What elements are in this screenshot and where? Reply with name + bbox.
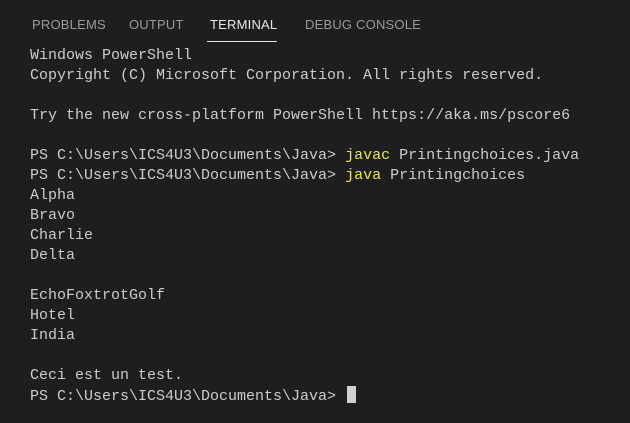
terminal-output-line: Charlie — [30, 227, 94, 244]
terminal-output[interactable]: Windows PowerShell Copyright (C) Microsof… — [30, 46, 622, 416]
active-tab-indicator — [207, 41, 277, 42]
terminal-panel: PROBLEMS OUTPUT TERMINAL DEBUG CONSOLE W… — [0, 0, 630, 423]
terminal-output-line: EchoFoxtrotGolf — [30, 287, 166, 304]
command-args: Printingchoices.java — [390, 147, 580, 164]
tab-debug-console[interactable]: DEBUG CONSOLE — [305, 16, 421, 34]
text-cursor — [347, 386, 357, 403]
command-text: javac — [345, 147, 391, 164]
prompt-text: PS C:\Users\ICS4U3\Documents\Java> — [30, 167, 346, 184]
terminal-output-line: India — [30, 327, 76, 344]
command-args: Printingchoices — [381, 167, 526, 184]
tab-output[interactable]: OUTPUT — [129, 16, 184, 34]
terminal-output-line: Windows PowerShell — [30, 47, 193, 64]
terminal-output-line: Bravo — [30, 207, 76, 224]
panel-tab-bar: PROBLEMS OUTPUT TERMINAL DEBUG CONSOLE — [0, 0, 630, 44]
terminal-output-line: Hotel — [30, 307, 76, 324]
terminal-scrollbar[interactable] — [620, 44, 630, 423]
terminal-output-line: Ceci est un test. — [30, 367, 184, 384]
prompt-text: PS C:\Users\ICS4U3\Documents\Java> — [30, 147, 346, 164]
terminal-output-line: Try the new cross-platform PowerShell ht… — [30, 107, 571, 124]
prompt-text: PS C:\Users\ICS4U3\Documents\Java> — [30, 388, 346, 405]
tab-problems[interactable]: PROBLEMS — [32, 16, 106, 34]
terminal-current-prompt[interactable]: PS C:\Users\ICS4U3\Documents\Java> — [30, 386, 622, 406]
command-text: java — [345, 167, 382, 184]
terminal-output-line: Delta — [30, 247, 76, 264]
terminal-command-line: PS C:\Users\ICS4U3\Documents\Java> java … — [30, 166, 622, 186]
terminal-output-line: Alpha — [30, 187, 76, 204]
terminal-output-line: Copyright (C) Microsoft Corporation. All… — [30, 67, 544, 84]
tab-terminal[interactable]: TERMINAL — [210, 16, 277, 34]
terminal-command-line: PS C:\Users\ICS4U3\Documents\Java> javac… — [30, 146, 622, 166]
